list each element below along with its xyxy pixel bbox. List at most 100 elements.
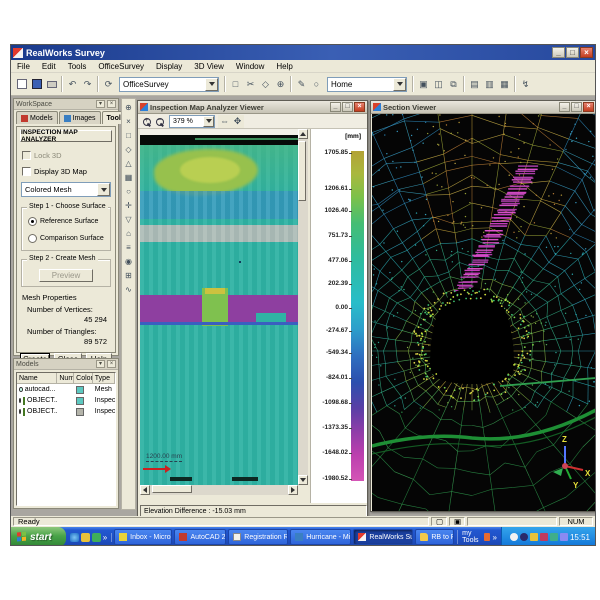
window-cascade-icon[interactable]: ▣ <box>416 77 431 92</box>
zoom-level-combo[interactable]: 379 % <box>169 115 215 128</box>
menu-display[interactable]: Display <box>150 61 188 72</box>
side-tool-icon[interactable]: ▦ <box>122 171 135 184</box>
scrollbar-thumb[interactable] <box>152 485 192 493</box>
tool-info-icon[interactable]: ○ <box>309 77 324 92</box>
save-icon[interactable] <box>29 77 44 92</box>
minimize-icon[interactable]: _ <box>552 47 565 58</box>
side-tool-icon[interactable]: ⌂ <box>122 227 135 240</box>
tool-annotate-icon[interactable]: ✎ <box>294 77 309 92</box>
tool-measure-icon[interactable]: ◇ <box>258 77 273 92</box>
column-name[interactable]: Name <box>17 373 57 384</box>
close-icon[interactable]: × <box>354 102 365 112</box>
lock-3d-checkbox[interactable]: Lock 3D <box>22 151 62 160</box>
window-new-icon[interactable]: ⧉ <box>446 77 461 92</box>
menu-file[interactable]: File <box>11 61 36 72</box>
tray-icon[interactable] <box>520 533 528 541</box>
tool-select-icon[interactable]: □ <box>228 77 243 92</box>
side-tool-icon[interactable]: ∿ <box>122 283 135 296</box>
side-tool-icon[interactable]: ▽ <box>122 213 135 226</box>
reference-surface-radio[interactable]: Reference Surface <box>28 217 98 226</box>
refresh-icon[interactable]: ⟳ <box>101 77 116 92</box>
print-icon[interactable] <box>44 77 59 92</box>
pin-icon[interactable]: ▾ <box>96 100 105 108</box>
side-tool-icon[interactable]: ✛ <box>122 199 135 212</box>
chevron-down-icon[interactable] <box>203 116 214 127</box>
tool-cut-icon[interactable]: ✂ <box>243 77 258 92</box>
view-combo[interactable]: Home <box>327 77 407 92</box>
mesh-type-combo[interactable]: Colored Mesh <box>21 182 111 197</box>
chevron-down-icon[interactable] <box>205 78 218 91</box>
map-vertical-scrollbar[interactable] <box>298 129 308 485</box>
tray-icon[interactable] <box>510 533 518 541</box>
new-icon[interactable] <box>14 77 29 92</box>
zoom-out-icon[interactable]: − <box>153 115 166 128</box>
pin-icon[interactable]: ▾ <box>96 360 105 368</box>
scrollbar-thumb[interactable] <box>298 141 306 201</box>
column-color[interactable]: Color <box>74 373 93 384</box>
tab-models[interactable]: Models <box>16 111 58 124</box>
close-icon[interactable]: × <box>107 100 116 108</box>
status-button-1[interactable]: ▢ <box>431 517 447 526</box>
task-registration[interactable]: Registration Rep... <box>228 529 288 545</box>
close-icon[interactable]: × <box>580 47 593 58</box>
zoom-in-icon[interactable]: + <box>140 115 153 128</box>
section-viewer-titlebar[interactable]: Section Viewer _ □ × <box>371 101 596 114</box>
scroll-left-icon[interactable] <box>140 485 150 495</box>
tunnel-3d-view[interactable]: ZXY <box>372 114 596 511</box>
quick-launch-icon[interactable] <box>92 533 101 542</box>
visibility-eye-icon[interactable] <box>19 398 21 403</box>
scroll-right-icon[interactable] <box>288 485 298 495</box>
layout-grid-icon[interactable]: ▦ <box>497 77 512 92</box>
task-rb-to-pb[interactable]: RB to PB <box>415 529 454 545</box>
pan-icon[interactable]: ✥ <box>231 115 244 128</box>
maximize-icon[interactable]: □ <box>342 102 353 112</box>
preview-button[interactable]: Preview <box>39 269 93 282</box>
my-tools-icon[interactable] <box>484 533 489 541</box>
start-button[interactable]: start <box>11 527 66 546</box>
menu-edit[interactable]: Edit <box>36 61 62 72</box>
visibility-eye-icon[interactable] <box>19 409 21 414</box>
chevron-down-icon[interactable] <box>97 183 110 196</box>
table-row[interactable]: OBJECT... Inspectio <box>17 406 115 417</box>
menu-3dview[interactable]: 3D View <box>188 61 230 72</box>
column-num[interactable]: Num... <box>57 373 74 384</box>
tray-icon[interactable] <box>540 533 548 541</box>
tray-icon[interactable] <box>560 533 568 541</box>
task-autocad[interactable]: AutoCAD 2002 <box>174 529 226 545</box>
workspace-panel-title[interactable]: WorkSpace ▾ × <box>14 99 118 110</box>
side-tool-icon[interactable]: ⊕ <box>122 101 135 114</box>
map-horizontal-scrollbar[interactable] <box>140 485 298 495</box>
inspection-map[interactable]: 1200.00 mm <box>140 129 298 485</box>
minimize-icon[interactable]: _ <box>330 102 341 112</box>
maximize-icon[interactable]: □ <box>571 102 582 112</box>
side-tool-icon[interactable]: □ <box>122 129 135 142</box>
menu-officesurvey[interactable]: OfficeSurvey <box>92 61 150 72</box>
chevron-down-icon[interactable] <box>393 78 406 91</box>
layout-horizontal-icon[interactable]: ▤ <box>467 77 482 92</box>
task-inbox[interactable]: Inbox - Microsof... <box>114 529 172 545</box>
side-tool-icon[interactable]: ⊞ <box>122 269 135 282</box>
internet-explorer-icon[interactable] <box>70 533 79 542</box>
layout-vertical-icon[interactable]: ▥ <box>482 77 497 92</box>
maximize-icon[interactable]: □ <box>566 47 579 58</box>
visibility-eye-icon[interactable] <box>19 387 23 392</box>
survey-mode-combo[interactable]: OfficeSurvey <box>119 77 219 92</box>
chevron-more-icon[interactable]: » <box>103 533 107 542</box>
side-tool-icon[interactable]: ≡ <box>122 241 135 254</box>
window-tile-icon[interactable]: ◫ <box>431 77 446 92</box>
chevron-more-icon[interactable]: » <box>493 533 497 542</box>
menu-help[interactable]: Help <box>270 61 298 72</box>
map-viewer-titlebar[interactable]: Inspection Map Analyzer Viewer _ □ × <box>138 101 367 114</box>
close-icon[interactable]: × <box>107 360 116 368</box>
models-panel-title[interactable]: Models ▾ × <box>14 359 118 370</box>
task-hurricane[interactable]: Hurricane - Micro... <box>290 529 351 545</box>
side-tool-icon[interactable]: ○ <box>122 185 135 198</box>
help-pointer-icon[interactable]: ↯ <box>518 77 533 92</box>
quick-launch-icon[interactable] <box>81 533 90 542</box>
minimize-icon[interactable]: _ <box>559 102 570 112</box>
comparison-surface-radio[interactable]: Comparison Surface <box>28 234 104 243</box>
column-type[interactable]: Type <box>93 373 115 384</box>
tool-target-icon[interactable]: ⊕ <box>273 77 288 92</box>
undo-icon[interactable]: ↶ <box>65 77 80 92</box>
menu-tools[interactable]: Tools <box>62 61 93 72</box>
